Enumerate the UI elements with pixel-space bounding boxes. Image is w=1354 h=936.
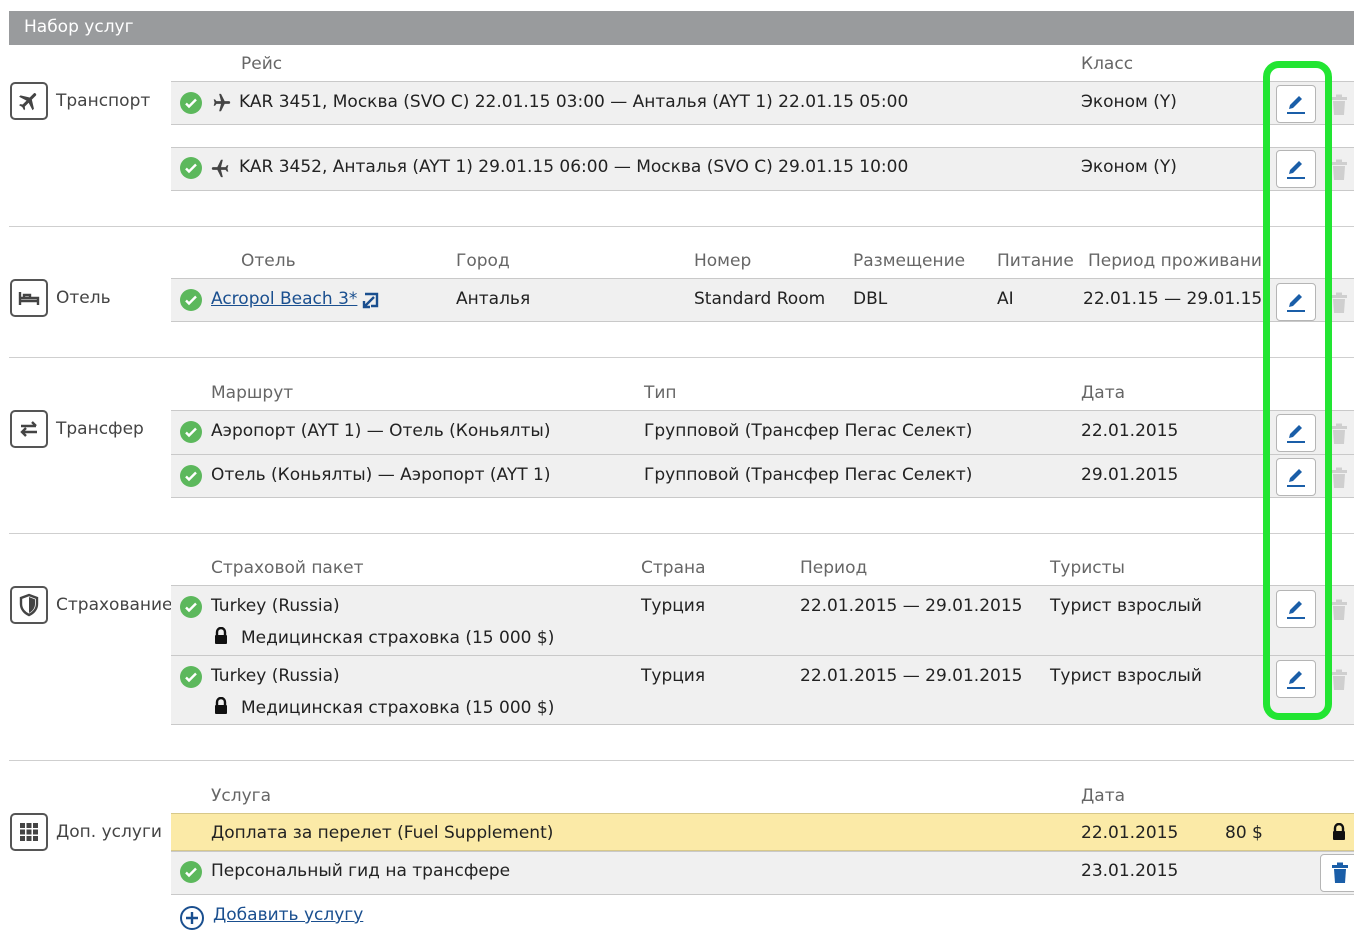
col-head-country: Страна bbox=[641, 558, 706, 578]
insurance-detail: Медицинская страховка (15 000 $) bbox=[241, 628, 555, 648]
section-divider bbox=[9, 357, 1354, 358]
section-title: Набор услуг bbox=[24, 17, 134, 37]
hotel-meal: AI bbox=[997, 289, 1014, 309]
col-head-type: Тип bbox=[644, 383, 677, 403]
lock-icon bbox=[214, 696, 228, 720]
lock-icon bbox=[214, 626, 228, 650]
flight-info: KAR 3451, Москва (SVO C) 22.01.15 03:00 … bbox=[239, 92, 909, 112]
col-head-date: Дата bbox=[1081, 786, 1126, 806]
col-head-flight: Рейс bbox=[241, 54, 283, 74]
extra-service: Персональный гид на трансфере bbox=[211, 861, 511, 881]
grid-icon bbox=[10, 813, 48, 851]
airplane-return-icon bbox=[210, 157, 232, 184]
col-head-period: Период bbox=[800, 558, 868, 578]
delete-button[interactable] bbox=[1320, 854, 1354, 892]
section-divider bbox=[9, 226, 1354, 227]
col-head-route: Маршрут bbox=[211, 383, 294, 403]
insurance-period: 22.01.2015 — 29.01.2015 bbox=[800, 596, 1023, 616]
hotel-period: 22.01.15 — 29.01.15 bbox=[1083, 289, 1263, 309]
insurance-period: 22.01.2015 — 29.01.2015 bbox=[800, 666, 1023, 686]
hotel-city: Анталья bbox=[456, 289, 531, 309]
insurance-country: Турция bbox=[641, 666, 706, 686]
col-head-meal: Питание bbox=[997, 251, 1074, 271]
section-divider bbox=[9, 760, 1354, 761]
external-link-icon[interactable] bbox=[361, 290, 381, 315]
transfer-date: 22.01.2015 bbox=[1081, 421, 1179, 441]
arrows-exchange-icon bbox=[10, 410, 48, 448]
col-head-package: Страховой пакет bbox=[211, 558, 364, 578]
insurance-package: Turkey (Russia) bbox=[211, 666, 340, 686]
airplane-icon bbox=[10, 82, 48, 120]
flight-info: KAR 3452, Анталья (AYT 1) 29.01.15 06:00… bbox=[239, 157, 909, 177]
insurance-detail: Медицинская страховка (15 000 $) bbox=[241, 698, 555, 718]
add-service-link[interactable]: Добавить услугу bbox=[213, 905, 363, 925]
checkmark-icon bbox=[180, 465, 202, 487]
extra-date: 23.01.2015 bbox=[1081, 861, 1179, 881]
checkmark-icon bbox=[180, 666, 202, 688]
insurance-package: Turkey (Russia) bbox=[211, 596, 340, 616]
col-head-city: Город bbox=[456, 251, 510, 271]
extra-service: Доплата за перелет (Fuel Supplement) bbox=[211, 823, 554, 843]
flight-class: Эконом (Y) bbox=[1081, 157, 1177, 177]
col-head-service: Услуга bbox=[211, 786, 271, 806]
checkmark-icon bbox=[180, 861, 202, 883]
row-divider bbox=[171, 454, 1354, 455]
col-head-accommodation: Размещение bbox=[853, 251, 966, 271]
hotel-accommodation: DBL bbox=[853, 289, 888, 309]
insurance-tourists: Турист взрослый bbox=[1050, 666, 1202, 686]
row-divider bbox=[171, 655, 1354, 656]
checkmark-icon bbox=[180, 92, 202, 114]
transfer-type: Групповой (Трансфер Пегас Селект) bbox=[644, 421, 973, 441]
checkmark-icon bbox=[180, 157, 202, 179]
checkmark-icon bbox=[180, 421, 202, 443]
extra-price: 80 $ bbox=[1225, 823, 1263, 843]
shield-icon bbox=[10, 586, 48, 624]
insurance-tourists: Турист взрослый bbox=[1050, 596, 1202, 616]
category-label-hotel: Отель bbox=[56, 288, 111, 308]
col-head-hotel: Отель bbox=[241, 251, 296, 271]
checkmark-icon bbox=[180, 289, 202, 311]
category-label-insurance: Страхование bbox=[56, 595, 173, 615]
col-head-period: Период проживания bbox=[1088, 251, 1266, 271]
col-head-class: Класс bbox=[1081, 54, 1134, 74]
category-label-transport: Транспорт bbox=[56, 91, 151, 111]
checkmark-icon bbox=[180, 596, 202, 618]
transfer-route: Аэропорт (AYT 1) — Отель (Коньялты) bbox=[211, 421, 551, 441]
transfer-route: Отель (Коньялты) — Аэропорт (AYT 1) bbox=[211, 465, 551, 485]
flight-class: Эконом (Y) bbox=[1081, 92, 1177, 112]
plus-circle-icon[interactable] bbox=[179, 905, 205, 936]
category-label-extra: Доп. услуги bbox=[56, 822, 162, 842]
col-head-tourists: Туристы bbox=[1050, 558, 1125, 578]
insurance-country: Турция bbox=[641, 596, 706, 616]
col-head-room: Номер bbox=[694, 251, 752, 271]
section-header: Набор услуг bbox=[9, 11, 1354, 45]
hotel-name-link[interactable]: Acropol Beach 3* bbox=[211, 289, 357, 309]
section-divider bbox=[9, 533, 1354, 534]
airplane-depart-icon bbox=[210, 92, 232, 119]
col-head-date: Дата bbox=[1081, 383, 1126, 403]
bed-icon bbox=[10, 279, 48, 317]
transfer-type: Групповой (Трансфер Пегас Селект) bbox=[644, 465, 973, 485]
extra-date: 22.01.2015 bbox=[1081, 823, 1179, 843]
edit-buttons-highlight bbox=[1263, 61, 1332, 720]
category-label-transfer: Трансфер bbox=[56, 419, 144, 439]
transfer-date: 29.01.2015 bbox=[1081, 465, 1179, 485]
hotel-room: Standard Room bbox=[694, 289, 826, 309]
lock-icon bbox=[1332, 822, 1346, 846]
